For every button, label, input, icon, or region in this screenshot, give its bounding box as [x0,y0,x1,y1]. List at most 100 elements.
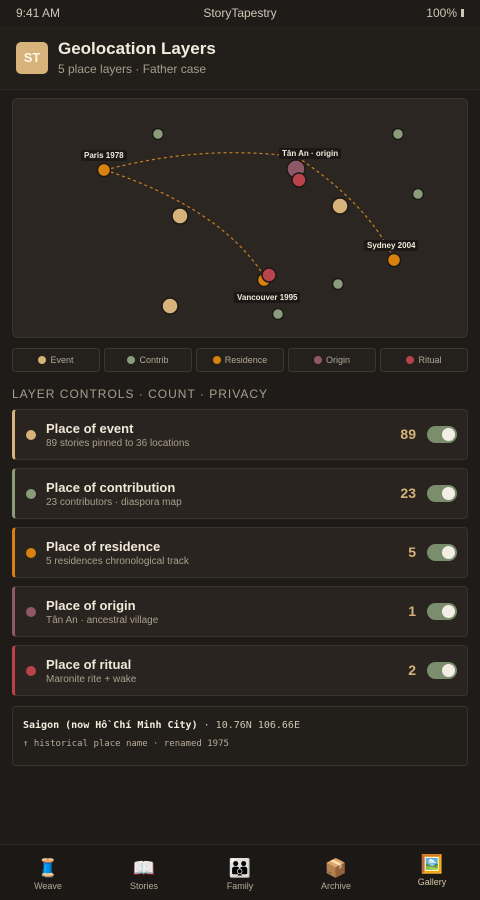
battery-icon [461,9,464,17]
header-titles: Geolocation Layers 5 place layers · Fath… [58,39,216,76]
app-header: ST Geolocation Layers 5 place layers · F… [0,26,480,90]
status-bar: 9:41 AM StoryTapestry 100% [0,0,480,26]
tab-label: Archive [320,881,351,891]
bottom-tab-bar: 🧵 Weave 📖 Stories 👪 Family 📦 Archive 🖼️ … [0,844,480,900]
thread-spool-icon: 🧵 [36,858,60,878]
package-icon: 📦 [324,858,348,878]
map-point-contribution[interactable] [411,187,425,201]
avatar[interactable]: ST [16,41,48,74]
layer-card-contribution[interactable]: Place of contribution 23 contributors · … [12,468,468,519]
map-point-contribution[interactable] [271,307,285,321]
tab-stories[interactable]: 📖 Stories [96,845,192,900]
place-info-line: Saigon (now Hồ Chí Minh City) · 10.76N 1… [23,720,457,731]
tab-label: Weave [34,881,62,891]
layer-name: Place of event [46,421,134,436]
route-paris-tanan [104,152,298,171]
map-point-ritual[interactable] [291,172,307,188]
legend-dot-icon [38,356,47,364]
layer-dot-icon [26,607,36,617]
open-book-icon: 📖 [132,858,156,878]
layer-count: 1 [408,603,416,619]
legend-label: Origin [325,355,350,365]
place-note: ↑ historical place name · renamed 1975 [23,739,229,749]
battery-percent: 100% [426,6,457,20]
tab-label: Stories [129,881,158,891]
tab-archive[interactable]: 📦 Archive [288,845,384,900]
legend-chip-origin[interactable]: Origin [288,348,376,372]
layer-dot-icon [26,430,36,440]
framed-picture-icon: 🖼️ [420,854,444,874]
layer-toggle[interactable] [427,662,457,679]
legend-chip-contribution[interactable]: Contrib [104,348,192,372]
toggle-knob [442,487,455,500]
status-app-name: StoryTapestry [203,6,277,20]
place-info-card: Saigon (now Hồ Chí Minh City) · 10.76N 1… [12,706,468,766]
legend-label: Ritual [418,355,442,365]
layer-card-residence[interactable]: Place of residence 5 residences chronolo… [12,527,468,578]
layer-count: 23 [400,485,416,501]
tab-weave[interactable]: 🧵 Weave [0,845,96,900]
legend-label: Contrib [139,355,169,365]
map-point-contribution[interactable] [151,127,165,141]
layer-dot-icon [26,489,36,499]
map-point-contribution[interactable] [391,127,405,141]
map-label-paris: Paris 1978 [81,150,127,161]
map-label-tanan: Tân An · origin [279,148,342,159]
legend-chip-ritual[interactable]: Ritual [380,348,468,372]
map-point-residence-paris[interactable] [96,162,112,178]
legend-dot-icon [406,356,415,364]
layer-description: Tân An · ancestral village [46,615,159,626]
map-point-event[interactable] [331,197,349,215]
tab-family[interactable]: 👪 Family [192,845,288,900]
tab-label: Family [226,881,254,891]
layer-description: Maronite rite + wake [46,674,137,685]
layer-name: Place of residence [46,539,161,554]
map-point-contribution[interactable] [331,277,345,291]
layer-name: Place of ritual [46,657,132,672]
layer-description: 89 stories pinned to 36 locations [46,438,190,449]
place-coordinates: · 10.76N 106.66E [197,720,300,731]
map-point-ritual[interactable] [261,267,277,283]
layer-toggle[interactable] [427,485,457,502]
legend-label: Event [50,355,74,365]
layer-name: Place of origin [46,598,136,613]
tab-gallery[interactable]: 🖼️ Gallery [384,845,480,900]
legend-dot-icon [313,356,322,364]
toggle-knob [442,664,455,677]
map-point-event[interactable] [161,297,179,315]
layer-description: 5 residences chronological track [46,556,189,567]
section-title: LAYER CONTROLS · COUNT · PRIVACY [12,387,269,401]
map-legend: Event Contrib Residence Origin Ritual [12,348,468,372]
legend-chip-residence[interactable]: Residence [196,348,284,372]
layer-dot-icon [26,666,36,676]
toggle-knob [442,546,455,559]
map-view[interactable]: Paris 1978 Tân An · origin Sydney 2004 V… [12,98,468,338]
legend-dot-icon [212,356,221,364]
family-icon: 👪 [228,858,252,878]
layer-card-event[interactable]: Place of event 89 stories pinned to 36 l… [12,409,468,460]
map-point-residence-sydney[interactable] [386,252,402,268]
toggle-knob [442,605,455,618]
layer-count: 89 [400,426,416,442]
page-subtitle: 5 place layers · Father case [58,62,207,76]
toggle-knob [442,428,455,441]
map-label-vancouver: Vancouver 1995 [234,292,301,303]
tab-label: Gallery [417,877,447,887]
layer-name: Place of contribution [46,480,176,495]
legend-chip-event[interactable]: Event [12,348,100,372]
legend-dot-icon [127,356,136,364]
layer-card-origin[interactable]: Place of origin Tân An · ancestral villa… [12,586,468,637]
page-title: Geolocation Layers [58,39,216,58]
layer-toggle[interactable] [427,603,457,620]
layer-toggle[interactable] [427,426,457,443]
legend-label: Residence [224,355,268,365]
place-name: Saigon (now Hồ Chí Minh City) [23,720,198,731]
map-point-event[interactable] [171,207,189,225]
status-battery: 100% [426,6,464,20]
layer-count: 5 [408,544,416,560]
layer-count: 2 [408,662,416,678]
layer-description: 23 contributors · diaspora map [46,497,182,508]
layer-card-ritual[interactable]: Place of ritual Maronite rite + wake 2 [12,645,468,696]
layer-toggle[interactable] [427,544,457,561]
route-paris-vancouver [104,169,267,280]
